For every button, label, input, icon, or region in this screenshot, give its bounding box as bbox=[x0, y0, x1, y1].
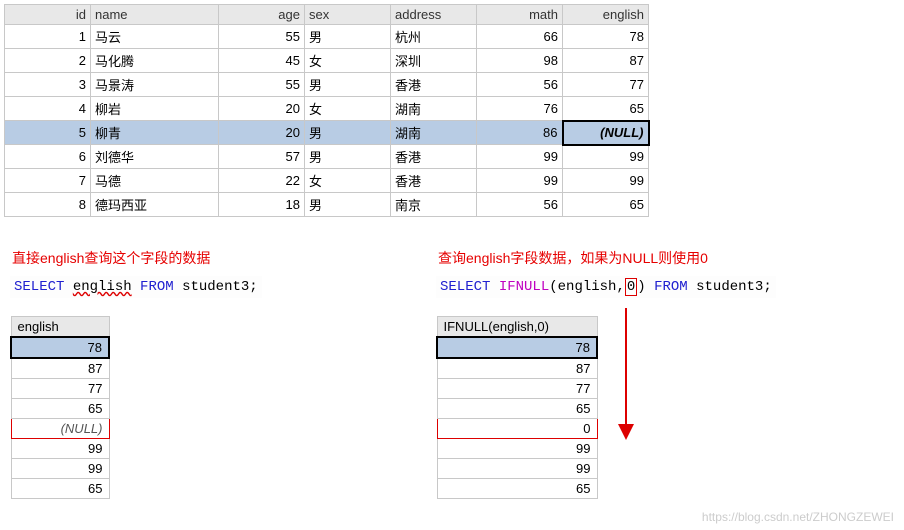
result-row[interactable]: (NULL) bbox=[11, 419, 109, 439]
table-body: 1马云55男杭州6678 2马化腾45女深圳9887 3马景涛55男香港5677… bbox=[5, 25, 649, 217]
table-row[interactable]: 7马德22女香港9999 bbox=[5, 169, 649, 193]
zero-result-cell: 0 bbox=[437, 419, 597, 439]
left-panel: 直接english查询这个字段的数据 SELECT english FROM s… bbox=[4, 234, 324, 499]
sql-keyword: SELECT bbox=[14, 279, 64, 295]
sql-function: IFNULL bbox=[499, 279, 549, 295]
result-row[interactable]: 99 bbox=[437, 459, 597, 479]
col-sex[interactable]: sex bbox=[305, 5, 391, 25]
left-result-table[interactable]: english 78 87 77 65 (NULL) 99 99 65 bbox=[10, 316, 110, 499]
watermark: https://blog.csdn.net/ZHONGZEWEI bbox=[702, 510, 894, 524]
result-header[interactable]: IFNULL(english,0) bbox=[437, 317, 597, 338]
student-table[interactable]: id name age sex address math english 1马云… bbox=[4, 4, 650, 217]
sql-args: (english, bbox=[549, 279, 625, 295]
right-result-table[interactable]: IFNULL(english,0) 78 87 77 65 0 99 99 65 bbox=[436, 316, 598, 499]
result-row[interactable]: 65 bbox=[437, 479, 597, 499]
result-row[interactable]: 0 bbox=[437, 419, 597, 439]
sql-keyword: FROM bbox=[654, 279, 688, 295]
result-row-selected[interactable]: 78 bbox=[11, 337, 109, 358]
col-math[interactable]: math bbox=[477, 5, 563, 25]
result-row[interactable]: 65 bbox=[11, 479, 109, 499]
left-sql: SELECT english FROM student3; bbox=[10, 276, 262, 298]
table-row[interactable]: 2马化腾45女深圳9887 bbox=[5, 49, 649, 73]
result-row-selected[interactable]: 78 bbox=[437, 337, 597, 358]
col-id[interactable]: id bbox=[5, 5, 91, 25]
col-name[interactable]: name bbox=[91, 5, 219, 25]
sql-keyword: FROM bbox=[140, 279, 174, 295]
col-address[interactable]: address bbox=[391, 5, 477, 25]
right-sql: SELECT IFNULL(english,0) FROM student3; bbox=[436, 276, 776, 298]
sql-zero-arg: 0 bbox=[625, 278, 637, 296]
table-row[interactable]: 6刘德华57男香港9999 bbox=[5, 145, 649, 169]
col-age[interactable]: age bbox=[219, 5, 305, 25]
result-row[interactable]: 65 bbox=[437, 399, 597, 419]
result-row[interactable]: 77 bbox=[11, 379, 109, 399]
right-panel: 查询english字段数据，如果为NULL则使用0 SELECT IFNULL(… bbox=[430, 234, 890, 499]
result-row[interactable]: 77 bbox=[437, 379, 597, 399]
table-row-selected[interactable]: 5柳青20男湖南86(NULL) bbox=[5, 121, 649, 145]
result-row[interactable]: 99 bbox=[437, 439, 597, 459]
result-row[interactable]: 99 bbox=[11, 439, 109, 459]
table-row[interactable]: 1马云55男杭州6678 bbox=[5, 25, 649, 49]
result-row[interactable]: 65 bbox=[11, 399, 109, 419]
result-row[interactable]: 99 bbox=[11, 459, 109, 479]
sql-column: english bbox=[73, 279, 132, 295]
result-row[interactable]: 87 bbox=[437, 358, 597, 379]
sql-close: ) bbox=[637, 279, 645, 295]
result-row[interactable]: 87 bbox=[11, 358, 109, 379]
col-english[interactable]: english bbox=[563, 5, 649, 25]
null-result-cell: (NULL) bbox=[11, 419, 109, 439]
table-header-row: id name age sex address math english bbox=[5, 5, 649, 25]
table-row[interactable]: 3马景涛55男香港5677 bbox=[5, 73, 649, 97]
left-caption: 直接english查询这个字段的数据 bbox=[12, 248, 324, 268]
null-cell: (NULL) bbox=[563, 121, 649, 145]
table-row[interactable]: 4柳岩20女湖南7665 bbox=[5, 97, 649, 121]
sql-table: student3; bbox=[182, 279, 258, 295]
sql-table: student3; bbox=[696, 279, 772, 295]
right-caption: 查询english字段数据，如果为NULL则使用0 bbox=[438, 248, 890, 268]
sql-keyword: SELECT bbox=[440, 279, 490, 295]
table-row[interactable]: 8德玛西亚18男南京5665 bbox=[5, 193, 649, 217]
result-header[interactable]: english bbox=[11, 317, 109, 338]
